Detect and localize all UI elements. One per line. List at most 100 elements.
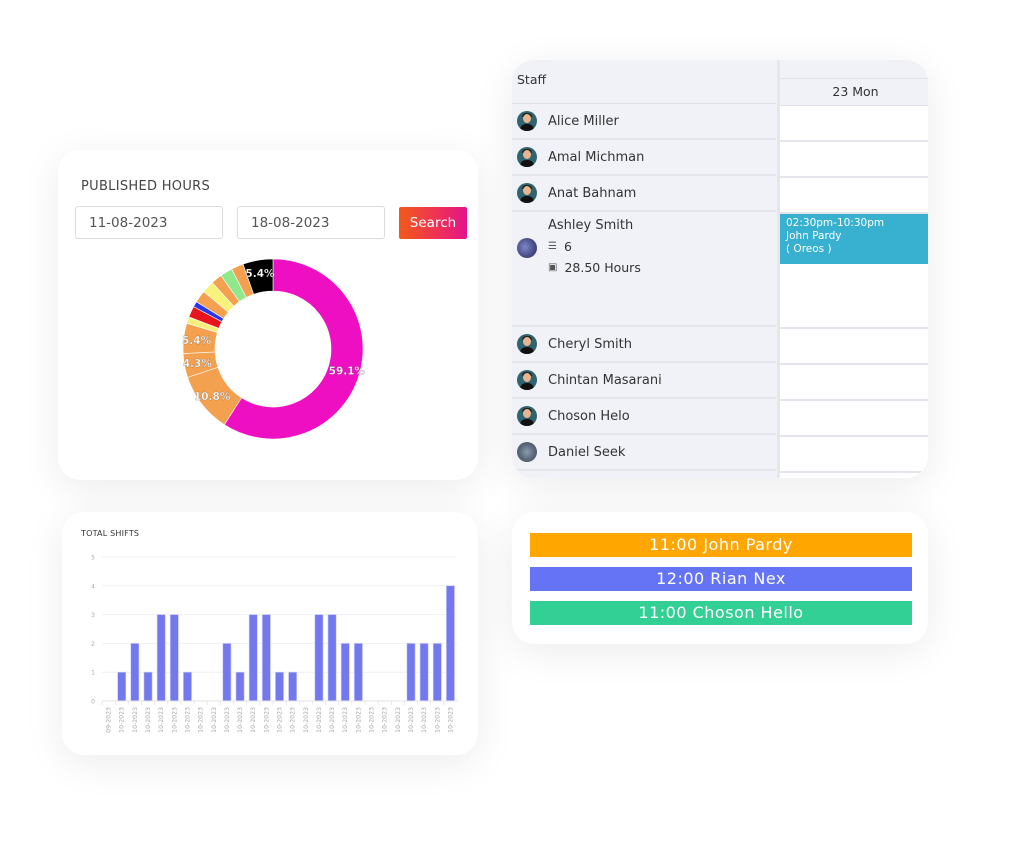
bar[interactable] (156, 614, 166, 702)
x-tick-label: 10-2023 (224, 707, 231, 733)
day-cell[interactable] (780, 401, 928, 437)
day-column: 23 Mon 02:30pm-10:30pm John Pardy ( Oreo… (777, 60, 928, 478)
hours-total: ▣ 28.50 Hours (548, 260, 641, 275)
x-tick-label: 10-2023 (316, 707, 323, 733)
y-tick-label: 0 (91, 699, 95, 706)
x-tick-label: 10-2023 (277, 707, 284, 733)
donut-slice-label: 5.4% (245, 268, 275, 280)
staff-row[interactable]: Anat Bahnam (512, 176, 776, 212)
x-tick-label: 10-2023 (421, 707, 428, 733)
shift-count-value: 6 (563, 239, 572, 254)
x-tick-label: 09-2023 (106, 707, 113, 733)
staff-schedule-card: Staff Alice Miller Amal Michman Anat Bah… (512, 60, 928, 478)
list-icon: ☰ (548, 241, 557, 252)
x-tick-label: 10-2023 (303, 707, 310, 733)
bar[interactable] (354, 643, 363, 702)
donut-slice-label: 10.8% (194, 391, 231, 403)
staff-name: Daniel Seek (548, 444, 626, 460)
total-shifts-title: TOTAL SHIFTS (81, 529, 140, 538)
day-header: 23 Mon (780, 79, 928, 106)
x-tick-label: 10-2023 (329, 707, 336, 733)
bar[interactable] (432, 643, 442, 702)
search-button[interactable]: Search (399, 207, 467, 239)
x-tick-label: 10-2023 (355, 707, 362, 733)
bar[interactable] (340, 643, 350, 702)
y-tick-label: 2 (91, 641, 95, 648)
staff-row[interactable]: Amal Michman (512, 140, 776, 176)
bar[interactable] (143, 671, 153, 702)
shift-location: ( Oreos ) (786, 243, 832, 255)
donut-slice-label: 5.4% (182, 335, 212, 347)
day-cell[interactable]: 02:30pm-10:30pm John Pardy ( Oreos ) (780, 214, 928, 329)
donut-slice-label: 59.1% (329, 366, 366, 378)
published-hours-donut-chart: 59.1% 10.8% 4.3% 5.4% 5.4% (182, 258, 366, 440)
bar[interactable] (248, 614, 258, 702)
day-cell[interactable] (780, 437, 928, 473)
avatar (517, 406, 537, 426)
x-tick-label: 10-2023 (171, 707, 178, 733)
published-hours-card: PUBLISHED HOURS 11-08-2023 18-08-2023 Se… (58, 150, 478, 480)
x-tick-label: 10-2023 (132, 707, 139, 733)
bar[interactable] (235, 671, 245, 702)
staff-name: Alice Miller (548, 113, 619, 129)
staff-row[interactable]: Chintan Masarani (512, 363, 776, 399)
bar[interactable] (169, 614, 179, 702)
staff-row[interactable]: Cheryl Smith (512, 327, 776, 363)
bar[interactable] (275, 671, 284, 702)
x-tick-label: 10-2023 (290, 707, 297, 733)
staff-column-header: Staff (512, 60, 776, 104)
bar[interactable] (446, 585, 455, 702)
bar[interactable] (327, 614, 337, 702)
staff-row[interactable]: Daniel Seek (512, 435, 776, 471)
x-tick-label: 10-2023 (447, 707, 454, 733)
hours-value: 28.50 Hours (564, 260, 641, 275)
staff-name: Chintan Masarani (548, 372, 662, 388)
bar[interactable] (222, 643, 232, 702)
bar[interactable] (406, 643, 416, 702)
date-to-input[interactable]: 18-08-2023 (237, 206, 385, 239)
day-cell[interactable] (780, 106, 928, 142)
bar[interactable] (183, 671, 192, 702)
staff-row[interactable]: Alice Miller (512, 104, 776, 140)
x-tick-label: 10-2023 (395, 707, 402, 733)
bar[interactable] (288, 671, 298, 702)
bar[interactable] (261, 614, 271, 702)
x-tick-label: 10-2023 (158, 707, 165, 733)
avatar (517, 334, 537, 354)
donut-slice-label: 4.3% (183, 358, 213, 370)
x-tick-label: 10-2023 (382, 707, 389, 733)
bar[interactable] (314, 614, 324, 702)
avatar (517, 370, 537, 390)
shift-block[interactable]: 02:30pm-10:30pm John Pardy ( Oreos ) (780, 214, 928, 264)
day-cell[interactable] (780, 329, 928, 365)
total-shifts-card: 0 1 2 3 4 5 09-2023 10-2023 10-2023 10-2023 10-202… (62, 512, 478, 755)
staff-name: Choson Helo (548, 408, 630, 424)
day-cell[interactable] (780, 178, 928, 214)
date-from-input[interactable]: 11-08-2023 (75, 206, 223, 239)
x-tick-label: 10-2023 (211, 707, 218, 733)
staff-row-expanded[interactable]: Ashley Smith ☰ 6 ▣ 28.50 Hours (512, 212, 776, 327)
day-cell[interactable] (780, 365, 928, 401)
bar[interactable] (117, 671, 127, 702)
shift-time: 02:30pm-10:30pm (786, 217, 885, 229)
bar[interactable] (419, 643, 429, 702)
shift-pill[interactable]: 11:00 John Pardy (530, 533, 912, 557)
x-tick-label: 10-2023 (184, 707, 191, 733)
staff-row[interactable]: Choson Helo (512, 399, 776, 435)
shift-pill[interactable]: 12:00 Rian Nex (530, 567, 912, 591)
x-tick-label: 10-2023 (119, 707, 126, 733)
day-header-spacer (780, 60, 928, 79)
day-cell[interactable] (780, 142, 928, 178)
avatar (517, 183, 537, 203)
shift-pills-card: 11:00 John Pardy 12:00 Rian Nex 11:00 Ch… (512, 512, 928, 644)
avatar (517, 238, 537, 258)
avatar (517, 442, 537, 462)
bar[interactable] (130, 643, 140, 702)
staff-column: Staff Alice Miller Amal Michman Anat Bah… (512, 60, 776, 478)
shift-pill[interactable]: 11:00 Choson Hello (530, 601, 912, 625)
y-tick-label: 5 (91, 555, 95, 562)
y-tick-label: 1 (91, 670, 95, 677)
x-tick-label: 10-2023 (145, 707, 152, 733)
staff-name: Amal Michman (548, 149, 645, 165)
staff-name: Ashley Smith (548, 218, 634, 233)
